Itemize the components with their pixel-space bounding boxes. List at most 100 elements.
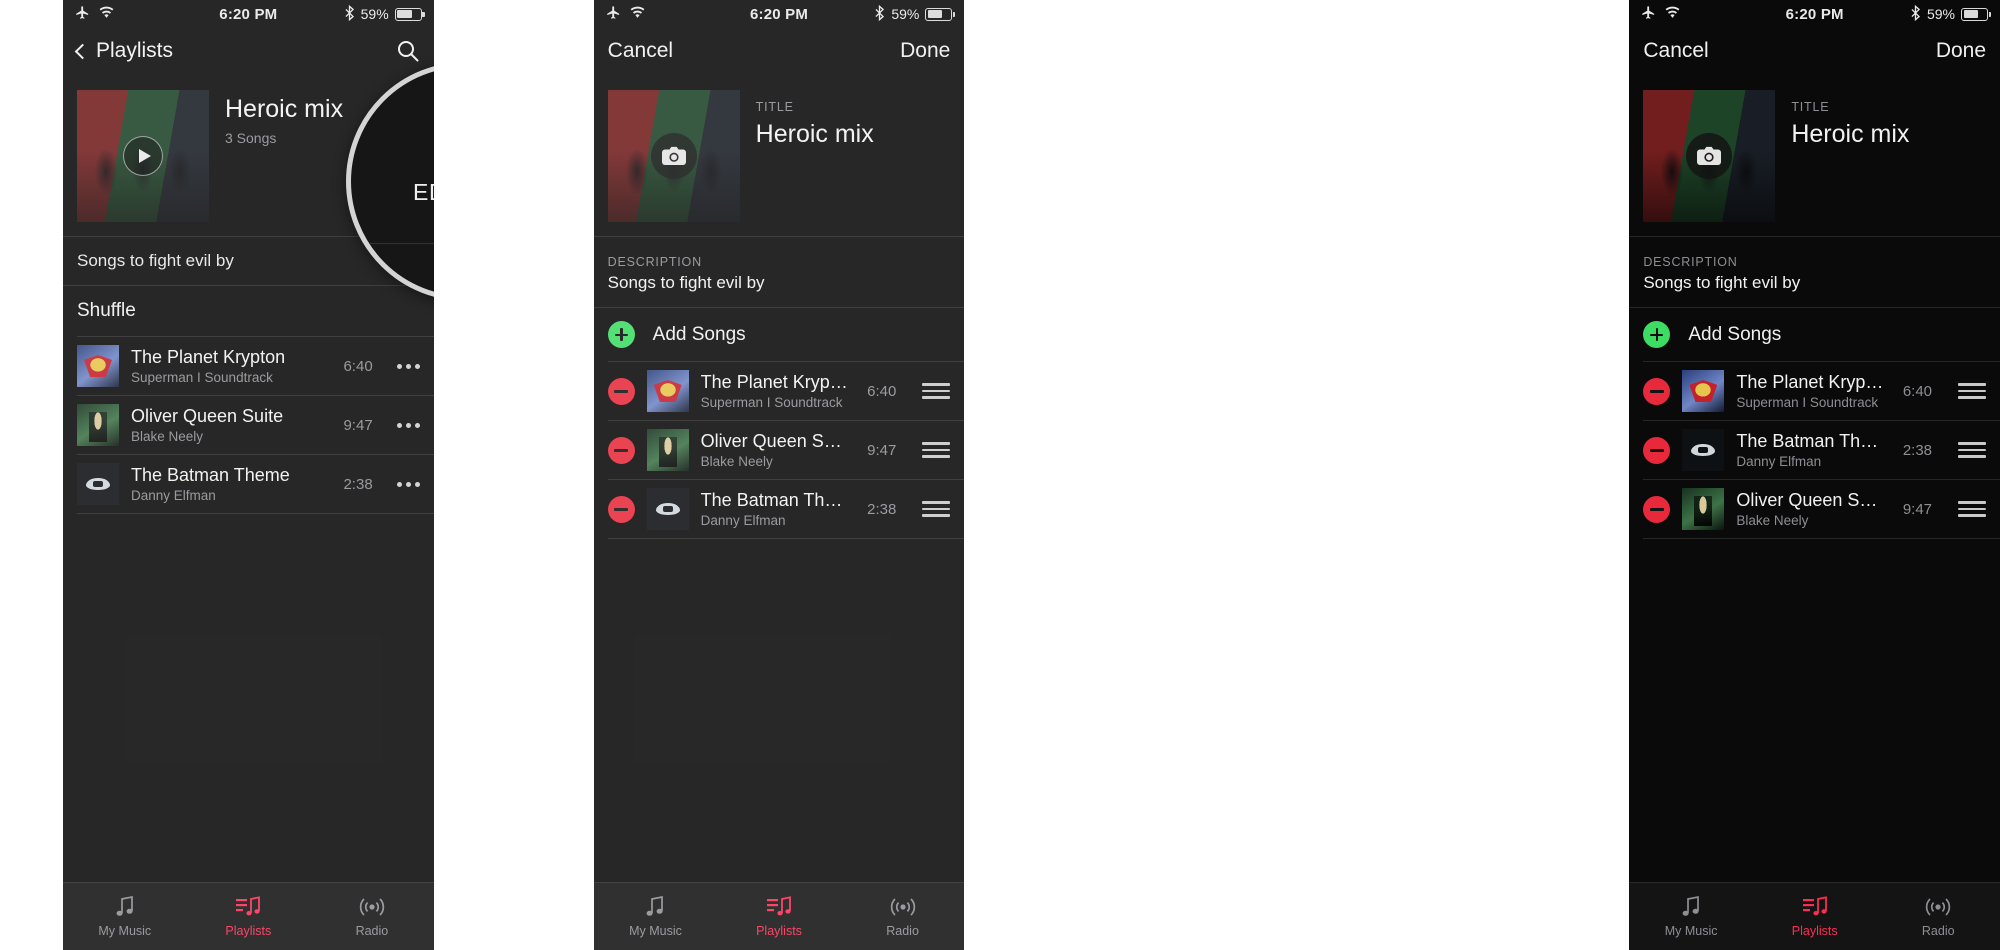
- title-field-value[interactable]: Heroic mix: [756, 120, 874, 149]
- minus-circle-icon[interactable]: [607, 436, 635, 464]
- tab-my-music[interactable]: My Music: [594, 895, 718, 938]
- tab-my-music[interactable]: My Music: [63, 895, 187, 938]
- playlist-artwork-picker[interactable]: [1643, 90, 1776, 222]
- table-row[interactable]: The Planet Krypton Superman I Soundtrack…: [1629, 362, 2000, 420]
- song-title: The Batman Theme: [131, 465, 290, 485]
- song-artist: Blake Neely: [700, 454, 773, 469]
- song-title: The Planet Krypton: [1736, 372, 1885, 392]
- song-artist: Blake Neely: [1736, 513, 1809, 528]
- song-artwork: [77, 345, 119, 387]
- song-duration: 6:40: [867, 382, 897, 400]
- playlist-song-count: 3 Songs: [225, 129, 277, 146]
- tab-label: Radio: [355, 924, 389, 938]
- playlist-title: Heroic mix: [225, 95, 344, 123]
- chevron-left-icon: [74, 43, 91, 59]
- tab-bar: My Music Playlists Radio: [1629, 882, 2000, 950]
- description-field[interactable]: DESCRIPTION Songs to fight evil by: [1629, 237, 2000, 307]
- song-title: The Planet Krypton: [131, 347, 286, 367]
- tab-radio[interactable]: Radio: [841, 895, 965, 938]
- more-icon[interactable]: [396, 481, 420, 487]
- tab-label: My Music: [1664, 924, 1718, 938]
- song-artist: Danny Elfman: [1736, 454, 1822, 469]
- playlist-artwork-picker[interactable]: [607, 90, 740, 222]
- tab-radio[interactable]: Radio: [310, 895, 434, 938]
- minus-circle-icon[interactable]: [607, 377, 635, 405]
- table-row[interactable]: The Batman Theme Danny Elfman 2:38: [63, 455, 434, 513]
- tab-playlists[interactable]: Playlists: [187, 895, 311, 938]
- table-row[interactable]: Oliver Queen Suite Blake Neely 9:47: [594, 421, 965, 479]
- camera-icon[interactable]: [1686, 133, 1733, 179]
- song-artwork: [77, 404, 119, 446]
- phone-screen-edit-playlist-reordered: 6:20 PM 59% Cancel Done TITLE Heroic mix…: [1629, 0, 2000, 950]
- tab-my-music[interactable]: My Music: [1629, 895, 1753, 938]
- reorder-grip-icon[interactable]: [1958, 442, 1987, 458]
- add-songs-button[interactable]: Add Songs: [594, 308, 965, 361]
- nav-bar: Cancel Done: [1629, 28, 2000, 74]
- title-field-value[interactable]: Heroic mix: [1791, 120, 1909, 149]
- song-artwork: [1682, 488, 1725, 530]
- reorder-grip-icon[interactable]: [922, 442, 951, 458]
- description-field-value: Songs to fight evil by: [607, 273, 765, 292]
- back-button-playlists[interactable]: Playlists: [74, 39, 173, 63]
- status-bar: 6:20 PM 59%: [63, 0, 434, 28]
- music-note-icon: [1680, 895, 1702, 919]
- playlist-icon: [766, 895, 792, 919]
- reorder-grip-icon[interactable]: [922, 501, 951, 517]
- search-icon[interactable]: [396, 39, 420, 63]
- playlist-icon: [1802, 895, 1828, 919]
- playlist-edit-header: TITLE Heroic mix: [1629, 74, 2000, 236]
- reorder-grip-icon[interactable]: [922, 383, 951, 399]
- more-icon[interactable]: [396, 363, 420, 369]
- tab-playlists[interactable]: Playlists: [1753, 895, 1877, 938]
- screenshot-stage: 6:20 PM 59% Playlists Heroic mix 3 Songs…: [0, 0, 2000, 950]
- table-row[interactable]: The Planet Krypton Superman I Soundtrack…: [594, 362, 965, 420]
- add-songs-button[interactable]: Add Songs: [1629, 308, 2000, 361]
- tab-label: Radio: [1921, 924, 1955, 938]
- minus-circle-icon[interactable]: [1643, 495, 1671, 523]
- cancel-button[interactable]: Cancel: [1643, 39, 1708, 63]
- reorder-grip-icon[interactable]: [1958, 383, 1987, 399]
- music-note-icon: [644, 895, 666, 919]
- plus-circle-icon: [1643, 321, 1671, 348]
- minus-circle-icon[interactable]: [607, 495, 635, 523]
- title-field-label: TITLE: [1791, 100, 1830, 114]
- table-row[interactable]: Oliver Queen Suite Blake Neely 9:47: [63, 396, 434, 454]
- song-artist: Superman I Soundtrack: [1736, 395, 1879, 410]
- phone-screen-edit-playlist: 6:20 PM 59% Cancel Done TITLE Heroic mix…: [593, 0, 965, 950]
- plus-circle-icon: [607, 321, 635, 348]
- done-button[interactable]: Done: [1936, 39, 1986, 63]
- song-duration: 9:47: [1902, 500, 1933, 518]
- nav-bar: Cancel Done: [593, 28, 965, 74]
- play-icon[interactable]: [123, 136, 163, 176]
- add-songs-label: Add Songs: [1688, 323, 1782, 345]
- magnifier-edit-menu: EDIT: [346, 62, 434, 301]
- table-row[interactable]: The Batman Theme Danny Elfman 2:38: [1629, 421, 2000, 479]
- song-duration: 2:38: [343, 475, 373, 493]
- table-row[interactable]: Oliver Queen Suite Blake Neely 9:47: [1629, 480, 2000, 538]
- tab-bar: My Music Playlists Radio: [63, 882, 434, 950]
- done-button[interactable]: Done: [900, 39, 950, 63]
- tab-radio[interactable]: Radio: [1876, 895, 2000, 938]
- cancel-button[interactable]: Cancel: [608, 39, 673, 63]
- song-duration: 2:38: [1902, 441, 1933, 459]
- edit-button-magnified[interactable]: EDIT: [413, 179, 434, 206]
- title-field-label: TITLE: [755, 100, 794, 114]
- status-bar: 6:20 PM 59%: [1629, 0, 2000, 28]
- song-artwork: [1682, 370, 1725, 412]
- tab-label: Playlists: [756, 924, 802, 938]
- shuffle-label: Shuffle: [77, 300, 136, 321]
- minus-circle-icon[interactable]: [1643, 436, 1671, 464]
- tab-label: My Music: [629, 924, 682, 938]
- status-bar-time: 6:20 PM: [1785, 5, 1844, 23]
- camera-icon[interactable]: [650, 133, 697, 179]
- more-icon[interactable]: [396, 422, 420, 428]
- song-artist: Danny Elfman: [131, 488, 216, 503]
- description-field[interactable]: DESCRIPTION Songs to fight evil by: [594, 237, 965, 307]
- song-title: Oliver Queen Suite: [1736, 490, 1885, 510]
- minus-circle-icon[interactable]: [1643, 377, 1671, 405]
- playlist-artwork[interactable]: [77, 90, 209, 222]
- table-row[interactable]: The Batman Theme Danny Elfman 2:38: [594, 480, 965, 538]
- table-row[interactable]: The Planet Krypton Superman I Soundtrack…: [63, 337, 434, 395]
- tab-playlists[interactable]: Playlists: [717, 895, 841, 938]
- reorder-grip-icon[interactable]: [1958, 501, 1987, 517]
